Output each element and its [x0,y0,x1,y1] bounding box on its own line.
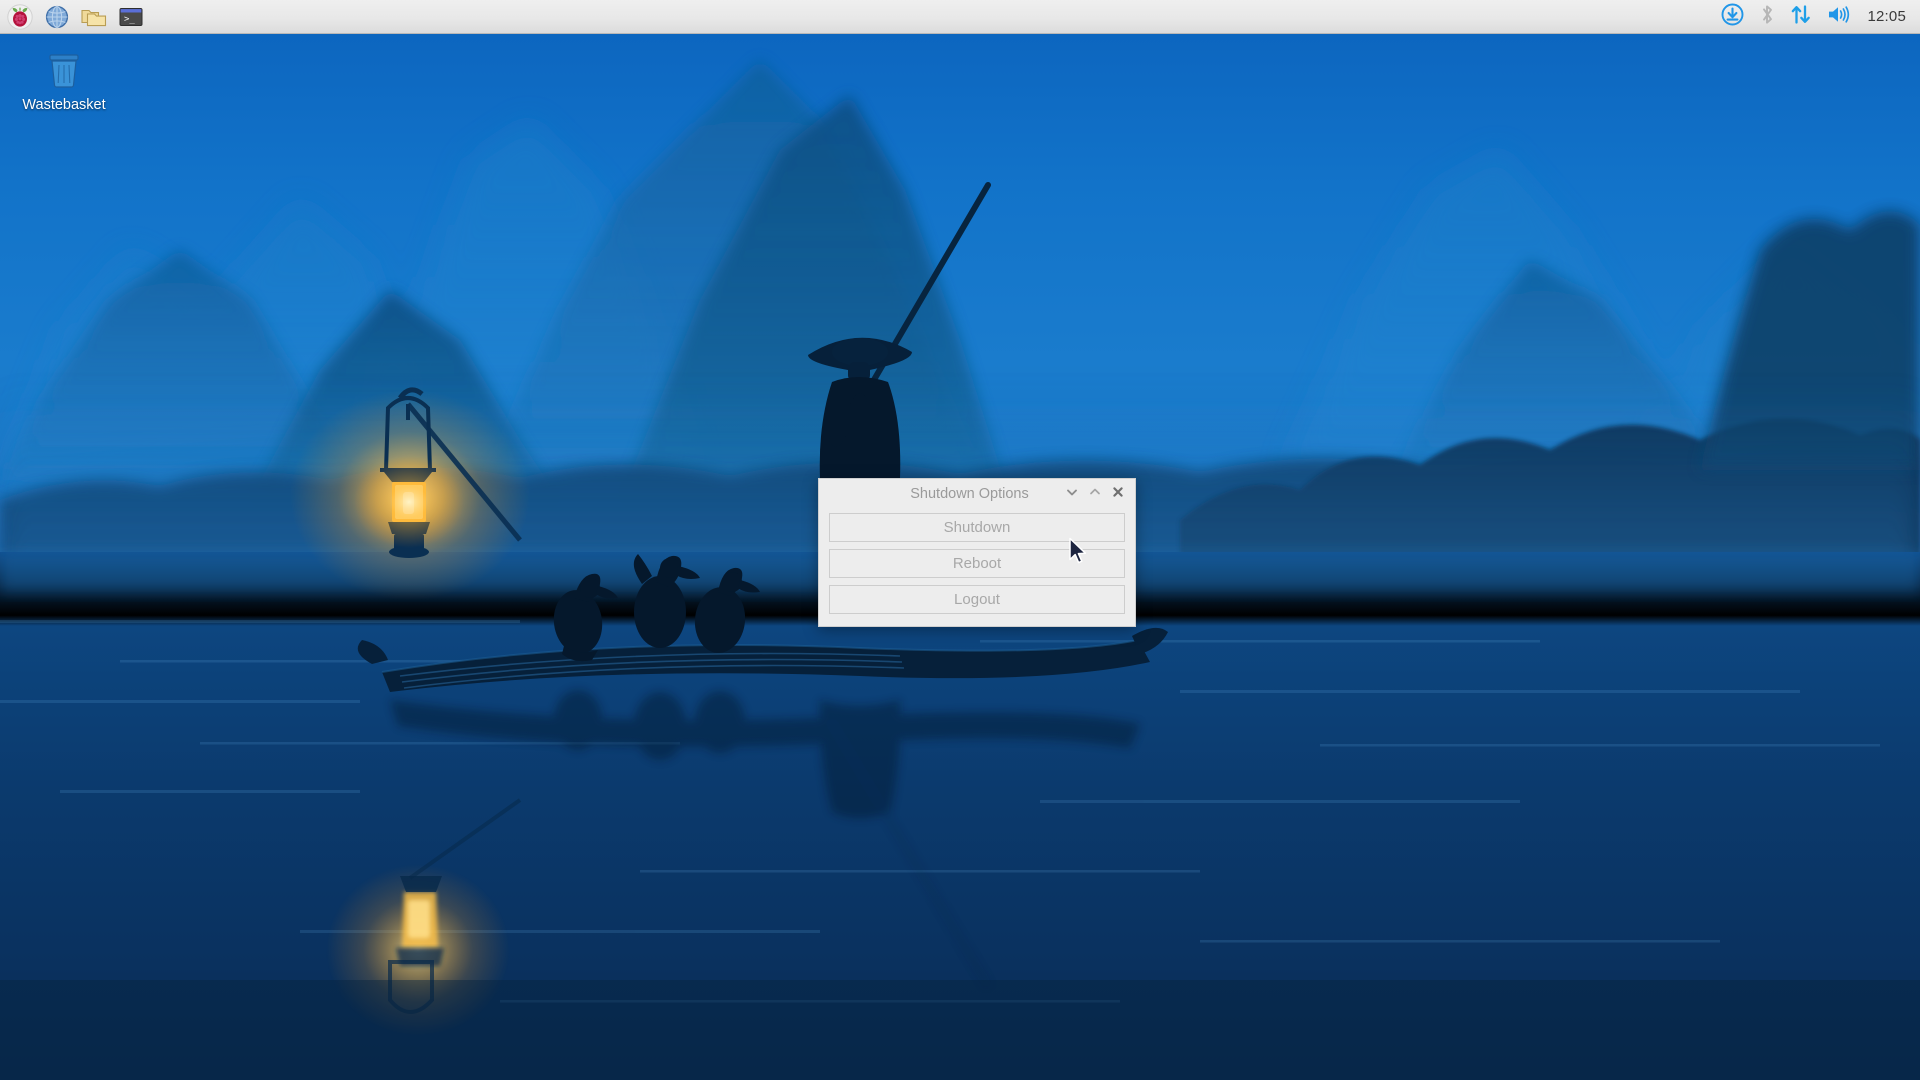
raspberry-icon [7,3,33,30]
bluetooth-tray-button[interactable] [1758,2,1776,32]
shutdown-options-dialog[interactable]: Shutdown Options Shutdown Reboot Logout [818,478,1136,627]
updates-tray-button[interactable] [1721,2,1744,32]
web-browser-button[interactable] [41,2,73,32]
dialog-body: Shutdown Reboot Logout [819,509,1135,626]
close-x-icon [1111,485,1125,504]
desktop-icon-area: Wastebasket [0,34,140,120]
trash-icon [41,46,87,92]
shutdown-button-label: Shutdown [943,519,1011,536]
dialog-titlebar[interactable]: Shutdown Options [819,479,1135,509]
network-updown-icon [1790,3,1812,31]
terminal-icon: >_ [118,5,144,29]
file-manager-button[interactable] [78,2,110,32]
chevron-down-icon [1065,485,1079,504]
logout-button-label: Logout [954,591,1000,608]
desktop-icon-label: Wastebasket [22,97,106,113]
globe-icon [44,4,70,30]
shutdown-button[interactable]: Shutdown [829,513,1125,542]
maximize-button[interactable] [1086,483,1104,505]
taskbar: >_ 12:05 [0,0,1920,34]
logout-button[interactable]: Logout [829,585,1125,614]
svg-text:>_: >_ [124,14,135,24]
speaker-icon [1826,3,1851,31]
volume-tray-button[interactable] [1826,2,1851,32]
terminal-button[interactable]: >_ [115,2,147,32]
taskbar-tray: 12:05 [1721,0,1912,34]
taskbar-launchers: >_ [4,0,147,34]
reboot-button[interactable]: Reboot [829,549,1125,578]
close-button[interactable] [1109,483,1127,505]
minimize-button[interactable] [1063,483,1081,505]
folders-icon [80,4,108,30]
desktop-icon-wastebasket[interactable]: Wastebasket [4,38,124,120]
taskbar-clock[interactable]: 12:05 [1865,8,1906,25]
network-tray-button[interactable] [1790,2,1812,32]
chevron-up-icon [1088,485,1102,504]
dialog-title: Shutdown Options [910,486,1029,502]
download-circle-icon [1721,3,1744,31]
wallpaper-lantern [290,387,530,600]
reboot-button-label: Reboot [952,555,1002,572]
desktop[interactable]: Wastebasket >_ 12:05 Shutdown Options Sh… [0,0,1920,1080]
raspberry-menu-button[interactable] [4,2,36,32]
bluetooth-icon [1758,3,1776,31]
